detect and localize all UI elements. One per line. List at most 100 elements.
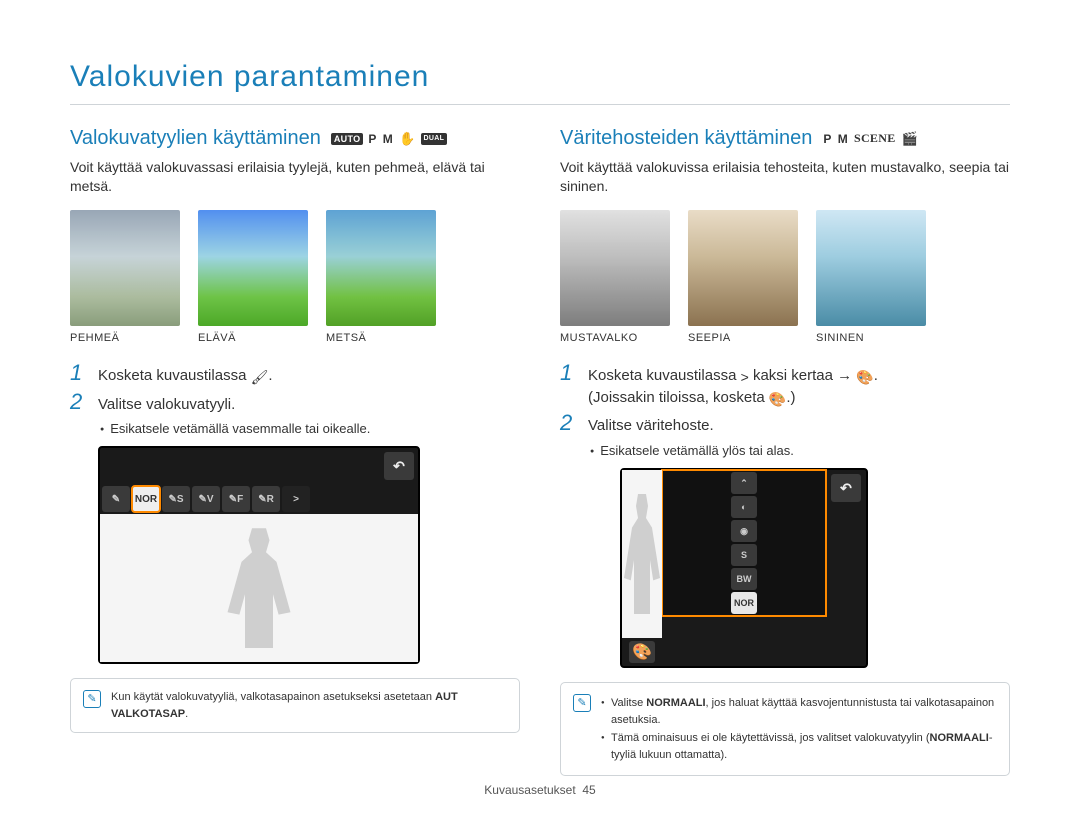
effect-option-2[interactable]: S <box>731 544 757 566</box>
note-icon: ✎ <box>83 690 101 708</box>
effect-option-3[interactable]: BW <box>731 568 757 590</box>
palette-icon-2: 🎨 <box>769 392 786 406</box>
effect-option-1[interactable]: ◉ <box>731 520 757 542</box>
step-number-2b: 2 <box>560 410 578 436</box>
left-section-title: Valokuvatyylien käyttäminen AUTO P M ✋ D… <box>70 127 520 150</box>
right-section-title: Väritehosteiden käyttäminen P M SCENE 🎬 <box>560 127 1010 150</box>
left-thumbnails: PEHMEÄ ELÄVÄ METSÄ <box>70 210 520 344</box>
right-steps: 1 Kosketa kuvaustilassa > kaksi kertaa →… <box>560 360 1010 458</box>
hand-icon: ✋ <box>398 133 417 145</box>
right-title-text: Väritehosteiden käyttäminen <box>560 127 812 150</box>
manual-page: Valokuvien parantaminen Valokuvatyylien … <box>0 0 1080 815</box>
style-option-f[interactable]: ✎F <box>222 486 250 512</box>
style-film-strip: ✎ NOR ✎S ✎V ✎F ✎R > <box>100 484 418 514</box>
left-screen-preview[interactable] <box>100 514 418 662</box>
chevron-right-icon: > <box>741 370 749 384</box>
left-title-text: Valokuvatyylien käyttäminen <box>70 127 321 150</box>
footer-section: Kuvausasetukset <box>484 783 575 797</box>
mode-m-badge: M <box>382 133 394 145</box>
right-screen-side: ↶ <box>826 470 866 616</box>
thumb-sepia-image <box>688 210 798 326</box>
thumb-bw: MUSTAVALKO <box>560 210 670 344</box>
mode-dual-badge: DUAL <box>421 133 448 145</box>
mode-p-badge-2: P <box>822 133 832 145</box>
thumb-forest-image <box>326 210 436 326</box>
back-button[interactable]: ↶ <box>384 452 414 480</box>
rn1a: Valitse <box>611 697 646 709</box>
step-number-1: 1 <box>70 360 88 386</box>
right-step-2-text: Valitse väritehoste. <box>588 415 714 437</box>
right-camera-screen: ⌃ ◐ ◉ S BW NOR ↶ 🎨 <box>620 468 868 668</box>
person-silhouette-2 <box>622 494 662 614</box>
left-step-1-text: Kosketa kuvaustilassa 🖌. <box>98 365 273 387</box>
left-step-2: 2 Valitse valokuvatyyli. <box>70 389 520 416</box>
effect-vertical-strip: ⌃ ◐ ◉ S BW NOR <box>662 470 826 616</box>
r-step1-d: .) <box>786 389 795 406</box>
r-step1-a: Kosketa kuvaustilassa <box>588 367 736 384</box>
rn2b: NORMAALI <box>930 732 989 744</box>
left-note-c: . <box>185 708 188 720</box>
left-column: Valokuvatyylien käyttäminen AUTO P M ✋ D… <box>70 127 520 776</box>
left-note-a: Kun käytät valokuvatyyliä, valkotasapain… <box>111 691 435 703</box>
right-intro-text: Voit käyttää valokuvissa erilaisia tehos… <box>560 158 1010 196</box>
right-note-item-1: Valitse NORMAALI, jos haluat käyttää kas… <box>601 695 997 728</box>
thumb-soft: PEHMEÄ <box>70 210 180 344</box>
rn2a: Tämä ominaisuus ei ole käytettävissä, jo… <box>611 732 930 744</box>
mode-m-badge-2: M <box>837 133 849 145</box>
footer-page-number: 45 <box>582 783 595 797</box>
left-note-box: ✎ Kun käytät valokuvatyyliä, valkotasapa… <box>70 678 520 733</box>
thumb-vivid-label: ELÄVÄ <box>198 332 308 344</box>
thumb-bw-image <box>560 210 670 326</box>
style-option-0[interactable]: ✎ <box>102 486 130 512</box>
thumb-forest: METSÄ <box>326 210 436 344</box>
thumb-sepia-label: SEEPIA <box>688 332 798 344</box>
thumb-soft-label: PEHMEÄ <box>70 332 180 344</box>
step-number-1b: 1 <box>560 360 578 386</box>
left-note-text: Kun käytät valokuvatyyliä, valkotasapain… <box>111 689 507 722</box>
right-thumbnails: MUSTAVALKO SEEPIA SININEN <box>560 210 1010 344</box>
movie-icon: 🎬 <box>901 133 920 145</box>
effect-option-0[interactable]: ◐ <box>731 496 757 518</box>
thumb-blue-label: SININEN <box>816 332 926 344</box>
right-step-1-text: Kosketa kuvaustilassa > kaksi kertaa → 🎨… <box>588 365 878 409</box>
screen-toolbar: ↶ <box>100 448 418 484</box>
style-option-v[interactable]: ✎V <box>192 486 220 512</box>
style-option-r[interactable]: ✎R <box>252 486 280 512</box>
brush-icon: 🖌 <box>251 370 269 384</box>
right-step-2-bullet: Esikatsele vetämällä ylös tai alas. <box>590 443 1010 458</box>
arrow-right-icon: → <box>837 367 852 384</box>
right-mode-badges: P M SCENE 🎬 <box>822 133 919 145</box>
mode-p-badge: P <box>367 133 377 145</box>
style-option-s[interactable]: ✎S <box>162 486 190 512</box>
style-option-nor[interactable]: NOR <box>132 486 160 512</box>
step-number-2: 2 <box>70 389 88 415</box>
thumb-vivid-image <box>198 210 308 326</box>
right-step-1: 1 Kosketa kuvaustilassa > kaksi kertaa →… <box>560 360 1010 409</box>
thumb-soft-image <box>70 210 180 326</box>
right-note-item-2: Tämä ominaisuus ei ole käytettävissä, jo… <box>601 730 997 763</box>
left-step-1: 1 Kosketa kuvaustilassa 🖌. <box>70 360 520 387</box>
right-note-list: Valitse NORMAALI, jos haluat käyttää kas… <box>601 693 997 765</box>
mode-auto-badge: AUTO <box>331 133 364 145</box>
left-camera-screen: ↶ ✎ NOR ✎S ✎V ✎F ✎R > <box>98 446 420 664</box>
note-icon-2: ✎ <box>573 694 591 712</box>
right-screen-preview[interactable] <box>622 470 662 638</box>
film-strip-next[interactable]: > <box>282 486 310 512</box>
r-step1-c: (Joissakin tiloissa, kosketa <box>588 389 765 406</box>
two-column-layout: Valokuvatyylien käyttäminen AUTO P M ✋ D… <box>70 127 1010 776</box>
thumb-sepia: SEEPIA <box>688 210 798 344</box>
rn1b: NORMAALI <box>646 697 705 709</box>
r-step1-b: kaksi kertaa <box>753 367 833 384</box>
palette-row: 🎨 <box>622 638 662 666</box>
thumb-blue: SININEN <box>816 210 926 344</box>
person-silhouette <box>224 528 294 648</box>
v-scroll-up[interactable]: ⌃ <box>731 472 757 494</box>
left-step-1-label: Kosketa kuvaustilassa <box>98 367 246 384</box>
thumb-bw-label: MUSTAVALKO <box>560 332 670 344</box>
palette-icon-button[interactable]: 🎨 <box>629 641 655 663</box>
right-column: Väritehosteiden käyttäminen P M SCENE 🎬 … <box>560 127 1010 776</box>
mode-scene-badge: SCENE <box>853 133 897 145</box>
page-footer: Kuvausasetukset 45 <box>0 783 1080 797</box>
back-button-2[interactable]: ↶ <box>831 474 861 502</box>
effect-option-nor[interactable]: NOR <box>731 592 757 614</box>
